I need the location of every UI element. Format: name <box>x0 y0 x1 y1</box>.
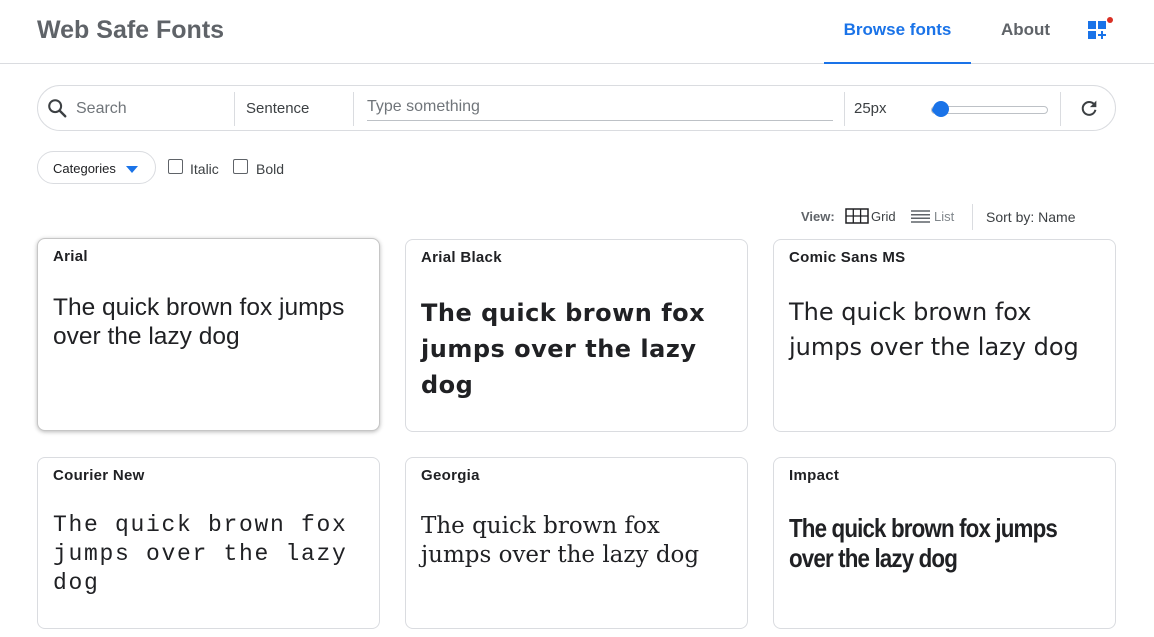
search-input[interactable] <box>74 95 228 123</box>
font-card-georgia[interactable]: Georgia The quick brown fox jumps over t… <box>405 457 748 629</box>
bold-checkbox[interactable] <box>233 159 248 174</box>
font-card-arial[interactable]: Arial The quick brown fox jumps over the… <box>37 238 380 431</box>
font-size-value: 25px <box>854 100 887 117</box>
refresh-icon[interactable] <box>1078 97 1100 119</box>
app-title[interactable]: Web Safe Fonts <box>37 16 224 45</box>
font-card-impact[interactable]: Impact The quick brown fox jumps over th… <box>773 457 1116 629</box>
list-view-label[interactable]: List <box>934 209 954 224</box>
sort-by-select[interactable]: Sort by: Name <box>986 209 1075 225</box>
divider <box>972 204 973 230</box>
top-app-bar: Web Safe Fonts Browse fonts About <box>0 0 1154 64</box>
font-card-name: Arial Black <box>421 249 502 266</box>
font-card-sample: The quick brown fox jumps over the lazy … <box>53 294 345 350</box>
categories-dropdown[interactable]: Categories <box>37 151 156 184</box>
categories-label: Categories <box>53 161 116 176</box>
font-card-sample: The quick brown fox jumps over the lazy … <box>789 298 1079 361</box>
preview-text-input[interactable] <box>367 94 833 121</box>
nav-tab-about[interactable]: About <box>1001 0 1050 64</box>
font-card-sample: The quick brown fox jumps over the lazy … <box>421 299 706 399</box>
font-card-comic-sans-ms[interactable]: Comic Sans MS The quick brown fox jumps … <box>773 239 1116 432</box>
font-card-sample: The quick brown fox jumps over the lazy … <box>53 512 348 596</box>
font-card-sample: The quick brown fox jumps over the lazy … <box>789 513 1058 573</box>
divider <box>844 92 845 126</box>
list-view-icon[interactable] <box>911 210 930 223</box>
font-card-name: Comic Sans MS <box>789 249 906 266</box>
italic-checkbox[interactable] <box>168 159 183 174</box>
font-size-slider-thumb[interactable] <box>933 101 950 117</box>
grid-view-label[interactable]: Grid <box>871 209 896 224</box>
font-card-name: Georgia <box>421 467 480 484</box>
divider <box>353 92 354 126</box>
italic-label[interactable]: Italic <box>190 161 219 177</box>
grid-view-icon[interactable] <box>845 208 869 224</box>
preview-mode-select[interactable]: Sentence <box>246 100 309 117</box>
apps-add-icon[interactable] <box>1088 17 1114 43</box>
font-card-sample: The quick brown fox jumps over the lazy … <box>421 513 700 568</box>
font-card-name: Courier New <box>53 467 145 484</box>
preview-toolbar: Sentence 25px <box>37 85 1116 131</box>
font-size-slider[interactable] <box>931 101 1048 117</box>
nav-tab-browse-fonts[interactable]: Browse fonts <box>824 0 971 64</box>
view-label: View: <box>801 209 835 224</box>
caret-down-icon <box>126 166 138 173</box>
search-icon <box>48 99 67 118</box>
font-card-name: Impact <box>789 467 840 484</box>
font-card-name: Arial <box>53 248 88 265</box>
bold-label[interactable]: Bold <box>256 161 284 177</box>
divider <box>234 92 235 126</box>
font-card-courier-new[interactable]: Courier New The quick brown fox jumps ov… <box>37 457 380 629</box>
divider <box>1060 92 1061 126</box>
font-card-arial-black[interactable]: Arial Black The quick brown fox jumps ov… <box>405 239 748 432</box>
